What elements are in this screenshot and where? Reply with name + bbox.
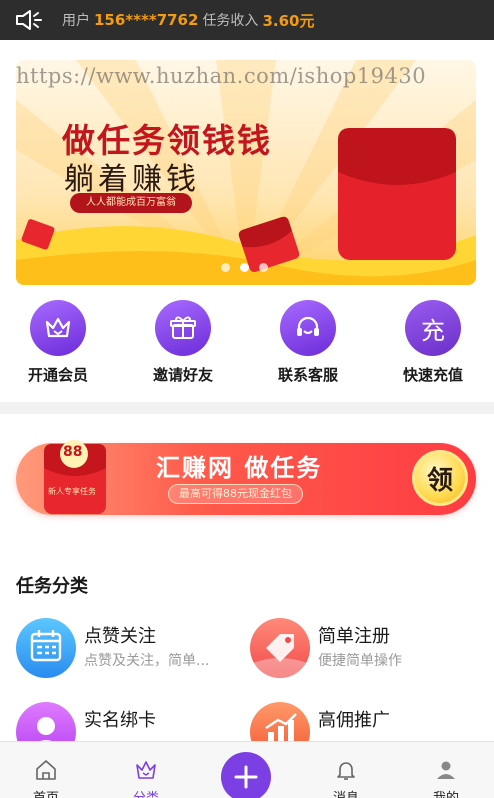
headset-icon: [297, 316, 319, 336]
nav-category[interactable]: 分类: [106, 742, 186, 798]
top-status-bar: 用户 156****7762 任务收入 3.60元: [0, 0, 494, 40]
category-like-follow[interactable]: 点赞关注 点赞及关注，简单...: [16, 618, 246, 680]
calendar-icon: [30, 630, 62, 662]
banner-carousel[interactable]: https://www.huzhan.com/ishop19430 做任务领钱钱…: [16, 60, 476, 285]
nav-label: 我的: [406, 787, 486, 798]
promo-title: 汇赚网 做任务: [156, 454, 323, 482]
banner-subtitle: 躺着赚钱: [64, 162, 200, 197]
quick-menu: 开通会员 邀请好友 联系客服 充 快速充值: [0, 300, 494, 392]
plus-icon: [234, 765, 258, 789]
banner-tagline: 人人都能成百万富翁: [70, 193, 192, 213]
recharge-icon: 充: [421, 316, 445, 345]
quick-item-invite[interactable]: 邀请好友: [133, 300, 233, 385]
category-name: 点赞关注: [84, 626, 156, 647]
tag-icon: [250, 634, 310, 678]
nav-label: 首页: [6, 787, 86, 798]
carousel-indicators: [221, 263, 268, 272]
quick-item-label: 联系客服: [277, 366, 338, 384]
section-divider: [0, 402, 494, 414]
banner-watermark: https://www.huzhan.com/ishop19430: [16, 64, 427, 88]
user-icon: [437, 761, 455, 779]
category-simple-register[interactable]: 简单注册 便捷简单操作: [250, 618, 480, 680]
gift-icon: [170, 316, 196, 339]
category-desc: 便捷简单操作: [318, 653, 402, 669]
quick-item-vip[interactable]: 开通会员: [8, 300, 108, 385]
quick-item-label: 邀请好友: [152, 366, 213, 384]
home-icon: [36, 760, 56, 780]
claim-button[interactable]: 领: [412, 450, 468, 506]
crown-icon: [45, 317, 71, 338]
user-phone: 156****7762: [94, 11, 199, 29]
carousel-dot[interactable]: [221, 263, 230, 272]
section-title: 任务分类: [16, 576, 88, 597]
income-label: 任务收入: [202, 13, 259, 29]
crown-icon: [136, 761, 156, 779]
quick-item-label: 开通会员: [27, 366, 88, 384]
promo-banner[interactable]: 88 新人专享任务 汇赚网 做任务 最高可得88元现金红包 领: [16, 440, 476, 518]
quick-item-label: 快速充值: [402, 366, 463, 384]
quick-item-recharge[interactable]: 充 快速充值: [383, 300, 483, 385]
speaker-icon[interactable]: [14, 8, 46, 32]
category-desc: 点赞及关注，简单...: [84, 653, 210, 669]
envelope-caption: 新人专享任务: [48, 487, 96, 496]
nav-label: 消息: [306, 787, 386, 798]
category-name: 高佣推广: [318, 710, 390, 731]
category-name: 简单注册: [318, 626, 390, 647]
nav-profile[interactable]: 我的: [406, 742, 486, 798]
income-value: 3.60元: [262, 11, 315, 30]
promo-subtitle: 最高可得88元现金红包: [168, 484, 303, 504]
category-name: 实名绑卡: [84, 710, 156, 731]
add-task-button[interactable]: [221, 752, 271, 798]
envelope-number: 88: [63, 444, 83, 460]
nav-messages[interactable]: 消息: [306, 742, 386, 798]
carousel-dot-active[interactable]: [240, 263, 249, 272]
nav-home[interactable]: 首页: [6, 742, 86, 798]
nav-label: 分类: [106, 787, 186, 798]
user-label: 用户: [62, 13, 90, 29]
carousel-dot[interactable]: [259, 263, 268, 272]
quick-item-support[interactable]: 联系客服: [258, 300, 358, 385]
bell-icon: [337, 762, 355, 780]
